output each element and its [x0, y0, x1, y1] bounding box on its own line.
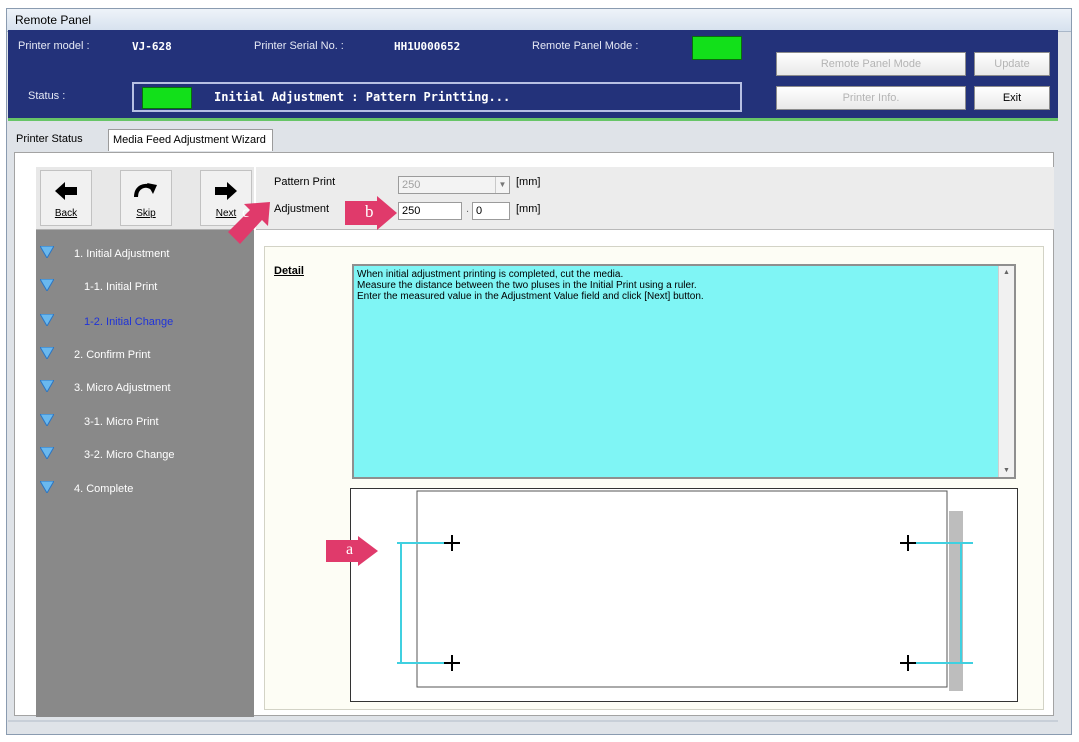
step-label: 1-1. Initial Print: [84, 281, 158, 293]
pattern-illustration: [397, 490, 973, 691]
status-label: Status :: [28, 90, 66, 102]
printer-model-value: VJ-628: [132, 40, 172, 53]
serial-label: Printer Serial No. :: [254, 40, 344, 52]
callout-letter: c: [242, 204, 250, 221]
decimal-separator: .: [466, 203, 470, 215]
adjustment-label: Adjustment: [274, 203, 330, 215]
adjustment-unit: [mm]: [516, 203, 541, 215]
status-text: Initial Adjustment : Pattern Printting..…: [214, 90, 511, 104]
callout-marker-a: a: [326, 536, 378, 569]
step-label: 3-2. Micro Change: [84, 449, 175, 461]
skip-label: Skip: [136, 208, 156, 219]
step-micro-change[interactable]: 3-2. Micro Change: [40, 447, 175, 461]
step-confirm-print[interactable]: 2. Confirm Print: [40, 347, 151, 361]
step-label: 3-1. Micro Print: [84, 416, 159, 428]
step-complete[interactable]: 4. Complete: [40, 481, 134, 495]
exit-button[interactable]: Exit: [974, 86, 1050, 110]
detail-line: Enter the measured value in the Adjustme…: [357, 291, 704, 302]
step-label: 3. Micro Adjustment: [74, 382, 171, 394]
title-bar: Remote Panel: [7, 9, 1071, 32]
pattern-print-select[interactable]: 250 ▼: [398, 176, 510, 194]
step-label: 1-2. Initial Change: [84, 316, 174, 328]
triangle-icon: [40, 414, 54, 426]
printer-model-label: Printer model :: [18, 40, 90, 52]
detail-text-box[interactable]: When initial adjustment printing is comp…: [352, 264, 1016, 479]
chevron-down-icon: ▼: [495, 177, 509, 193]
step-initial-adjustment[interactable]: 1. Initial Adjustment: [40, 246, 170, 260]
printer-header: Printer model : VJ-628 Printer Serial No…: [8, 30, 1058, 118]
step-initial-print[interactable]: 1-1. Initial Print: [40, 279, 158, 293]
callout-marker-b: b: [345, 196, 397, 233]
back-label: Back: [54, 208, 78, 219]
triangle-icon: [40, 246, 54, 258]
triangle-icon: [40, 279, 54, 291]
status-bar: Initial Adjustment : Pattern Printting..…: [132, 82, 742, 112]
skip-button[interactable]: Skip: [120, 170, 172, 226]
remote-mode-indicator: [692, 36, 742, 60]
remote-panel-mode-button[interactable]: Remote Panel Mode: [776, 52, 966, 76]
back-button[interactable]: Back: [40, 170, 92, 226]
adjustment-decimal-input[interactable]: 0: [472, 202, 510, 220]
window-title: Remote Panel: [15, 13, 92, 27]
triangle-icon: [40, 347, 54, 359]
skip-arrow-icon: [134, 183, 157, 198]
step-label: 1. Initial Adjustment: [74, 248, 170, 260]
tab-media-feed-wizard[interactable]: Media Feed Adjustment Wizard: [108, 129, 273, 151]
update-button[interactable]: Update: [974, 52, 1050, 76]
callout-marker-c: c: [222, 200, 272, 249]
triangle-icon: [40, 481, 54, 493]
adjustment-integer-input[interactable]: 250: [398, 202, 462, 220]
step-micro-print[interactable]: 3-1. Micro Print: [40, 414, 159, 428]
step-initial-change[interactable]: 1-2. Initial Change: [40, 314, 174, 328]
serial-value: HH1U000652: [394, 40, 461, 53]
pattern-print-unit: [mm]: [516, 176, 541, 188]
triangle-icon: [40, 314, 54, 326]
window-bottom-border: [8, 720, 1058, 722]
callout-letter: b: [365, 202, 374, 221]
header-accent-line: [8, 118, 1058, 121]
status-indicator: [142, 87, 192, 109]
pattern-print-label: Pattern Print: [274, 176, 336, 188]
pattern-diagram: [350, 488, 1018, 702]
step-label: 2. Confirm Print: [74, 349, 151, 361]
arrow-left-icon: [55, 182, 77, 200]
scroll-up-icon[interactable]: ▲: [1003, 269, 1010, 276]
detail-line: When initial adjustment printing is comp…: [357, 269, 624, 280]
detail-scrollbar[interactable]: ▲ ▼: [998, 266, 1014, 477]
pattern-print-value: 250: [402, 179, 421, 191]
step-micro-adjustment[interactable]: 3. Micro Adjustment: [40, 380, 171, 394]
detail-line: Measure the distance between the two plu…: [357, 280, 697, 291]
printer-info-button[interactable]: Printer Info.: [776, 86, 966, 110]
triangle-icon: [40, 447, 54, 459]
callout-letter: a: [346, 541, 354, 558]
triangle-icon: [40, 380, 54, 392]
scroll-down-icon[interactable]: ▼: [1003, 467, 1010, 474]
step-label: 4. Complete: [74, 483, 134, 495]
remote-mode-label: Remote Panel Mode :: [532, 40, 639, 52]
detail-label: Detail: [274, 265, 304, 277]
tab-printer-status[interactable]: Printer Status: [16, 133, 83, 145]
